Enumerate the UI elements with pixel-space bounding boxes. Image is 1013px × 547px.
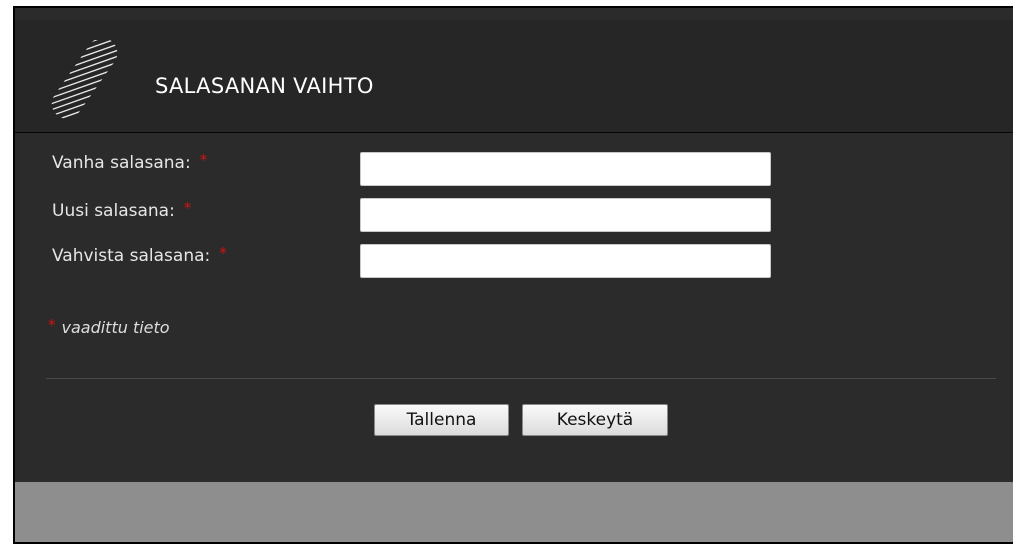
required-star-icon: * [219, 244, 227, 262]
required-star-icon: * [48, 316, 56, 334]
required-star-icon: * [183, 199, 192, 217]
confirm-password-label-text: Vahvista salasana: [52, 246, 211, 266]
dialog-footer [15, 482, 1013, 542]
password-change-dialog: SALASANAN VAIHTO Vanha salasana: * Uusi s… [13, 6, 1013, 544]
old-password-label: Vanha salasana: * [52, 151, 208, 173]
cancel-button[interactable]: Keskeytä [522, 404, 668, 436]
new-password-label-text: Uusi salasana: [52, 201, 175, 221]
old-password-input[interactable] [360, 152, 771, 186]
confirm-password-input[interactable] [360, 244, 771, 278]
confirm-password-label: Vahvista salasana: * [52, 244, 227, 266]
required-note-text: vaadittu tieto [61, 318, 170, 337]
form-divider [46, 378, 996, 379]
required-field-note: * vaadittu tieto [48, 316, 170, 337]
striped-pill-logo-icon [48, 40, 124, 120]
old-password-label-text: Vanha salasana: [52, 153, 191, 173]
save-button[interactable]: Tallenna [374, 404, 509, 436]
required-star-icon: * [199, 151, 208, 169]
dialog-header: SALASANAN VAIHTO [15, 20, 1013, 133]
new-password-label: Uusi salasana: * [52, 199, 192, 221]
new-password-input[interactable] [360, 198, 771, 232]
dialog-title: SALASANAN VAIHTO [155, 74, 374, 98]
